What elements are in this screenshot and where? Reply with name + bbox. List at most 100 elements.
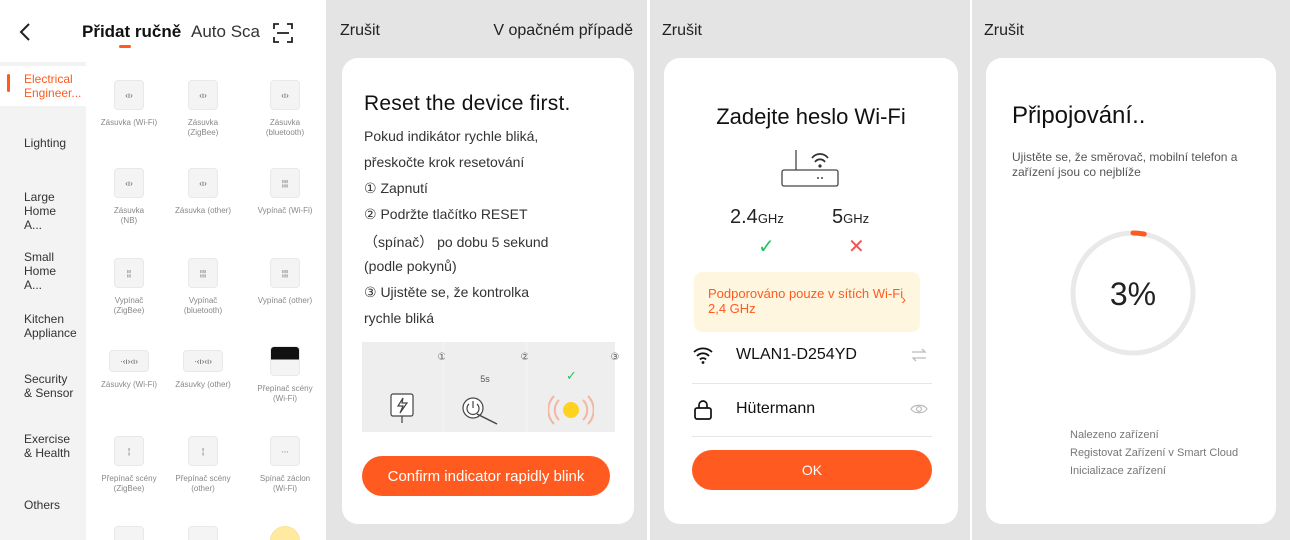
power-button-icon [462, 397, 498, 425]
progress-percent: 3% [1110, 276, 1156, 312]
device-tile[interactable]: ¦¦¦ Vypínač (Wi-Fi) [246, 168, 322, 216]
connecting-panel: Zrušit Připojování.. Ujistěte se, že smě… [972, 0, 1290, 540]
step-number: ③ [610, 352, 620, 363]
power-strip-icon: ·‹ı›‹ı› [109, 350, 149, 372]
switch-icon: ¦¦¦ [188, 258, 218, 288]
password-input[interactable]: Hütermann [736, 400, 815, 418]
divider [692, 383, 932, 384]
device-tile[interactable]: ¦ Přepínač scény (other) [164, 436, 242, 494]
ok-button[interactable]: OK [692, 450, 932, 490]
ssid-row[interactable]: WLAN1-D254YD [692, 334, 932, 378]
switch-network-icon[interactable] [910, 348, 928, 362]
device-tile[interactable]: ¦¦¦ Vypínač (bluetooth) [164, 258, 242, 316]
device-label: Vypínač [114, 296, 144, 305]
connecting-subtitle: Ujistěte se, že směrovač, mobilní telefo… [1012, 150, 1238, 179]
device-tile[interactable]: ¦¦¦ Vypínač (other) [246, 258, 322, 306]
band-5-number: 5 [832, 206, 844, 228]
device-label: Spínač záclon [259, 474, 311, 483]
reset-card: Reset the device first. Pokud indikátor … [342, 58, 634, 524]
password-row[interactable]: Hütermann [692, 388, 932, 432]
instruction-line: rychle bliká [364, 310, 435, 326]
category-sidebar: Electrical Engineer... Lighting Large Ho… [0, 62, 86, 540]
step-hold-reset: ② 5s [445, 342, 529, 432]
chevron-right-icon: › [901, 291, 906, 307]
tab-add-manually[interactable]: Přidat ručně [82, 22, 181, 42]
scan-icon[interactable] [272, 22, 294, 44]
otherwise-button[interactable]: V opačném případě [493, 22, 633, 40]
device-sublabel: (ZigBee) [113, 484, 145, 493]
cancel-button[interactable]: Zrušit [984, 22, 1024, 40]
cancel-button[interactable]: Zrušit [340, 22, 380, 40]
device-icon [188, 526, 218, 540]
instruction-line: ③ Ujistěte se, že kontrolka [364, 284, 530, 300]
device-tile[interactable]: ·‹ı›‹ı› Zásuvky (Wi-Fi) [90, 346, 168, 390]
show-password-eye-icon[interactable] [910, 402, 928, 416]
device-sublabel: (NB) [120, 216, 138, 225]
device-tile[interactable]: ·‹ı›‹ı› Zásuvky (other) [164, 346, 242, 390]
confirm-blink-button[interactable]: Confirm indicator rapidly blink [362, 456, 610, 496]
instruction-line: (podle pokynů) [364, 258, 457, 274]
status-item: Registovat Zařízení v Smart Cloud [1070, 447, 1239, 459]
bulb-icon [270, 526, 300, 540]
switch-icon: ¦¦¦ [270, 258, 300, 288]
connecting-card: Připojování.. Ujistěte se, že směrovač, … [986, 58, 1276, 524]
device-label: Vypínač (other) [257, 296, 313, 305]
device-tile[interactable]: ‹ı› Zásuvka (ZigBee) [164, 80, 242, 138]
wifi-icon [693, 347, 713, 364]
wifi-card: Zadejte heslo Wi-Fi 2.4GHz 5GHz ✓ ✕ Podp… [664, 58, 958, 524]
device-label: Vypínač [188, 296, 218, 305]
socket-icon: ‹ı› [114, 80, 144, 110]
device-label: Přepínač scény [257, 384, 313, 393]
progress-ring: 3% [1070, 230, 1196, 356]
device-label: Zásuvka [269, 118, 301, 127]
device-tile[interactable]: ‹ı› Zásuvka (other) [164, 168, 242, 216]
instruction-line: ① Zapnutí [364, 180, 428, 196]
notice-text: Podporováno pouze v sítích Wi-Fi 2,4 GHz [708, 286, 904, 316]
device-tile[interactable]: Přepínač scény (Wi-Fi) [246, 346, 322, 404]
device-tile[interactable] [90, 526, 168, 540]
band-24-unit: GHz [757, 211, 784, 226]
sidebar-item-large-home[interactable]: Large Home A... [0, 190, 70, 232]
sidebar-item-kitchen[interactable]: Kitchen Appliance [0, 312, 80, 340]
device-tile[interactable] [246, 526, 322, 540]
blinking-light-icon [548, 395, 594, 425]
back-arrow-icon[interactable] [18, 22, 32, 42]
divider [692, 436, 932, 437]
device-tile[interactable]: ‹ı› Zásuvka (bluetooth) [246, 80, 322, 138]
device-label: Zásuvka [113, 206, 145, 215]
band-24ghz: 2.4GHz [730, 206, 784, 229]
cancel-button[interactable]: Zrušit [662, 22, 702, 40]
connecting-title: Připojování.. [1012, 102, 1146, 129]
device-tile[interactable]: ‹ı› Zásuvka (NB) [90, 168, 168, 226]
scene-switch-icon: ¦ [188, 436, 218, 466]
scene-switch-icon [270, 346, 300, 376]
device-label: Zásuvky (Wi-Fi) [101, 380, 157, 389]
sidebar-item-others[interactable]: Others [0, 498, 86, 512]
sidebar-item-security[interactable]: Security & Sensor [0, 372, 74, 400]
sidebar-item-small-home[interactable]: Small Home A... [0, 250, 70, 292]
reset-device-panel: Zrušit V opačném případě Reset the devic… [326, 0, 647, 540]
add-device-panel: Přidat ručně Auto Sca Electrical Enginee… [0, 0, 322, 540]
device-tile[interactable]: ¦¦ Vypínač (ZigBee) [90, 258, 168, 316]
device-tile[interactable]: ¦ Přepínač scény (ZigBee) [90, 436, 168, 494]
tab-auto-scan[interactable]: Auto Sca [191, 22, 260, 42]
switch-icon: ¦¦ [114, 258, 144, 288]
device-label: Přepínač scény [175, 474, 231, 483]
device-sublabel: (Wi-Fi) [273, 394, 297, 403]
status-item: Nalezeno zařízení [1070, 429, 1159, 441]
device-label: Zásuvky (other) [175, 380, 231, 389]
device-sublabel: (bluetooth) [183, 306, 223, 315]
sidebar-item-electrical[interactable]: Electrical Engineer... [0, 66, 86, 106]
device-tile[interactable]: ‹ı› Zásuvka (Wi-Fi) [90, 80, 168, 128]
sidebar-item-lighting[interactable]: Lighting [0, 136, 86, 150]
instruction-line: ② Podržte tlačítko RESET [364, 206, 528, 222]
reset-title: Reset the device first. [364, 92, 571, 115]
sidebar-item-exercise[interactable]: Exercise & Health [0, 432, 74, 460]
device-tile[interactable]: ∙∙∙ Spínač záclon (Wi-Fi) [246, 436, 322, 494]
wifi-title: Zadejte heslo Wi-Fi [716, 104, 906, 129]
band-5-unit: GHz [843, 211, 870, 226]
device-label: Přepínač scény [101, 474, 157, 483]
device-tile[interactable] [164, 526, 242, 540]
band-support-notice[interactable]: Podporováno pouze v sítích Wi-Fi 2,4 GHz… [694, 272, 920, 332]
power-strip-icon: ·‹ı›‹ı› [183, 350, 223, 372]
